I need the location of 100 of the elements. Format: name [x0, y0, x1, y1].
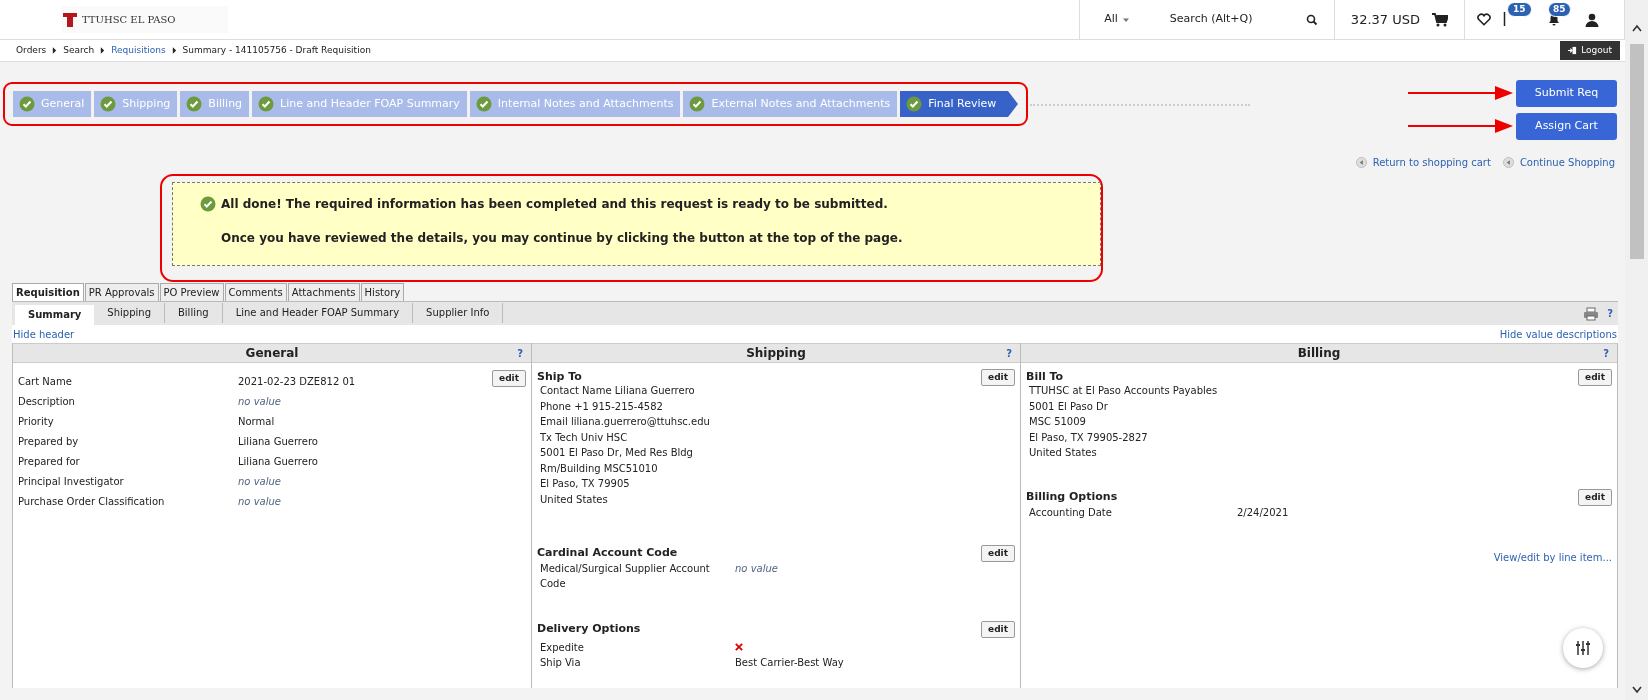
- tab[interactable]: Attachments: [287, 283, 360, 301]
- edit-button[interactable]: edit: [1578, 488, 1612, 506]
- address-line: MSC 51009: [1029, 415, 1087, 429]
- field-value: 2/24/2021: [1237, 505, 1289, 520]
- check-icon: [100, 96, 117, 112]
- edit-button[interactable]: edit: [981, 369, 1015, 386]
- tab[interactable]: History: [360, 283, 405, 301]
- tab[interactable]: PO Preview: [159, 283, 224, 301]
- hide-descriptions-link[interactable]: Hide value descriptions: [1499, 326, 1617, 342]
- search-field[interactable]: Search (Alt+Q): [1153, 0, 1334, 39]
- panel-title: General: [245, 345, 299, 362]
- edit-button[interactable]: edit: [981, 545, 1015, 562]
- step-arrow-icon: [1008, 91, 1019, 117]
- flag-button[interactable]: 15: [1503, 1, 1531, 28]
- address-line: Contact Name Liliana Guerrero: [540, 384, 696, 398]
- shopping-link[interactable]: Continue Shopping: [1519, 155, 1615, 170]
- scrollbar-thumb[interactable]: [1629, 44, 1644, 259]
- field-label: Prepared for: [18, 454, 81, 469]
- line-item-link[interactable]: View/edit by line item...: [1493, 549, 1612, 565]
- field-label: Ship Via: [540, 656, 582, 670]
- check-icon: [19, 96, 35, 112]
- action-button[interactable]: Assign Cart: [1516, 113, 1617, 140]
- user-button[interactable]: [1585, 12, 1599, 27]
- empty-value: no value: [238, 474, 281, 489]
- breadcrumb-item: Summary - 141105756 - Draft Requisition: [182, 43, 371, 57]
- tab[interactable]: Comments: [224, 283, 287, 301]
- subtab[interactable]: Supplier Info: [413, 303, 504, 323]
- address-line: TTUHSC at El Paso Accounts Payables: [1029, 384, 1219, 398]
- check-icon: [906, 96, 923, 112]
- field-label: Purchase Order Classification: [18, 494, 166, 509]
- address-line: 5001 El Paso Dr: [1029, 399, 1109, 414]
- user-icon: [1585, 12, 1599, 27]
- print-icon: [1583, 306, 1600, 321]
- logout-icon: [1568, 46, 1578, 55]
- help-link[interactable]: ?: [1006, 345, 1012, 361]
- breadcrumb-link[interactable]: Requisitions: [111, 43, 166, 58]
- field-value: Liliana Guerrero: [238, 434, 318, 449]
- subtab[interactable]: Billing: [165, 303, 223, 323]
- help-link[interactable]: ?: [1603, 345, 1609, 361]
- check-icon: [689, 96, 706, 112]
- field-label: Accounting Date: [1029, 505, 1113, 520]
- hide-header-link[interactable]: Hide header: [13, 326, 75, 342]
- cart-button[interactable]: 32.37 USD: [1333, 0, 1465, 39]
- panel-title: Shipping: [746, 345, 806, 362]
- tab[interactable]: PR Approvals: [84, 283, 159, 301]
- help-link[interactable]: ?: [1607, 306, 1613, 321]
- heart-icon: [1477, 13, 1491, 26]
- section-title: Delivery Options: [537, 621, 641, 638]
- cart-icon: [1432, 12, 1448, 27]
- section-title: Ship To: [537, 369, 582, 386]
- address-line: Tx Tech Univ HSC: [540, 430, 629, 445]
- field-label: Prepared by: [18, 434, 80, 449]
- field-label: Medical/Surgical Supplier Account Code: [540, 562, 711, 591]
- scroll-down-icon: [1630, 686, 1643, 694]
- chevron-right-icon: [100, 47, 106, 54]
- check-icon: [258, 96, 275, 112]
- search-scope-dropdown[interactable]: All: [1079, 0, 1154, 39]
- heart-button[interactable]: [1477, 13, 1491, 26]
- shopping-link[interactable]: Return to shopping cart: [1372, 155, 1491, 170]
- sliders-icon: [1575, 640, 1591, 656]
- count-badge: 15: [1507, 1, 1532, 17]
- field-value: Normal: [238, 414, 275, 429]
- edit-button[interactable]: edit: [492, 370, 526, 387]
- arrow-icon: [1408, 85, 1513, 101]
- edit-button[interactable]: edit: [981, 621, 1015, 638]
- subtab[interactable]: Summary: [15, 305, 95, 325]
- logout-button[interactable]: Logout: [1560, 40, 1620, 61]
- bell-button[interactable]: 85: [1547, 1, 1573, 28]
- notice-title: All done! The required information has been completed and this request is ready to be submitted.: [221, 196, 888, 213]
- empty-value: no value: [238, 494, 281, 509]
- address-line: United States: [1029, 446, 1098, 460]
- logo-icon: [62, 11, 78, 28]
- address-line: El Paso, TX 79905: [540, 477, 631, 491]
- subtab[interactable]: Shipping: [94, 303, 165, 323]
- address-line: Phone +1 915-215-4582: [540, 399, 664, 414]
- section-title: Cardinal Account Code: [537, 545, 678, 562]
- field-label: Priority: [18, 414, 55, 429]
- action-button[interactable]: Submit Req: [1516, 80, 1617, 107]
- settings-button[interactable]: [1563, 628, 1603, 668]
- address-line: Email liliana.guerrero@ttuhsc.edu: [540, 415, 711, 429]
- address-line: Rm/Building MSC51010: [540, 461, 659, 476]
- tab[interactable]: Requisition: [12, 283, 84, 301]
- check-icon: [200, 196, 216, 212]
- chevron-right-icon: [171, 47, 177, 54]
- logo-text: TTUHSC EL PASO: [82, 13, 176, 27]
- search-icon: [1305, 13, 1318, 26]
- subtab[interactable]: Line and Header FOAP Summary: [222, 303, 414, 323]
- edit-button[interactable]: edit: [1578, 369, 1612, 386]
- breadcrumb-item: Search: [63, 43, 95, 57]
- panel-title: Billing: [1297, 345, 1341, 362]
- field-value: Best Carrier-Best Way: [735, 656, 844, 670]
- field-value: Liliana Guerrero: [238, 454, 318, 469]
- address-line: 5001 El Paso Dr, Med Res Bldg: [540, 446, 694, 460]
- help-link[interactable]: ?: [517, 345, 523, 361]
- address-line: El Paso, TX 79905-2827: [1029, 430, 1149, 445]
- check-icon: [475, 96, 492, 112]
- scroll-up-icon: [1630, 24, 1643, 32]
- count-badge: 85: [1548, 1, 1571, 17]
- empty-value: no value: [735, 562, 778, 576]
- field-label: Cart Name: [18, 374, 73, 389]
